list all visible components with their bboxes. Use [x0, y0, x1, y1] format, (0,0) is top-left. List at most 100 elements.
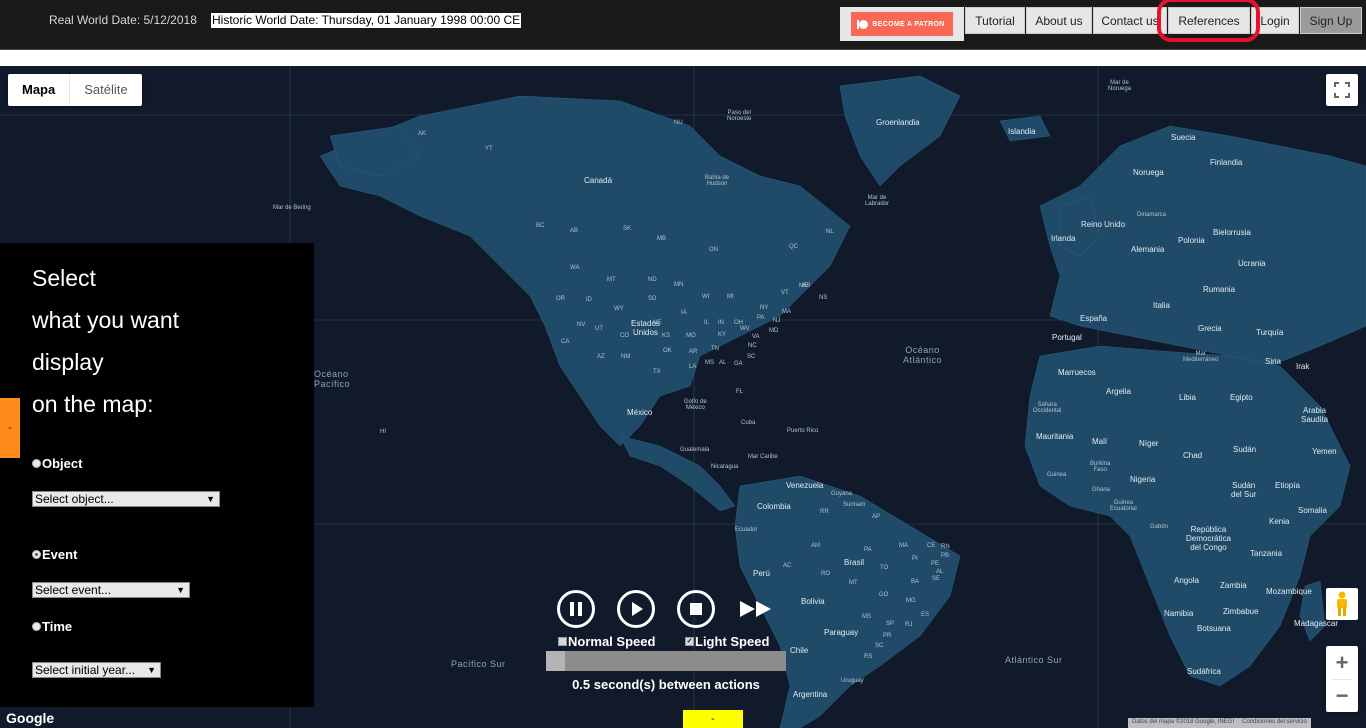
map-type-map-button[interactable]: Mapa: [8, 74, 69, 106]
state-label: AZ: [597, 354, 605, 360]
state-label: IA: [681, 310, 687, 316]
speed-slider[interactable]: [546, 651, 786, 671]
state-label: UT: [595, 326, 603, 332]
attribution-data: Datos del mapa ©2018 Google, INEGI: [1132, 719, 1235, 725]
light-speed-checkbox[interactable]: ✓: [685, 637, 694, 646]
object-select[interactable]: Select object... ▼: [32, 491, 220, 507]
tutorial-button[interactable]: Tutorial: [965, 7, 1025, 34]
sea-hudson: Bahía de Hudson: [705, 175, 730, 187]
state-label: NC: [748, 343, 757, 349]
country-arabia: Arabia Saudita: [1301, 406, 1329, 424]
zoom-in-button[interactable]: +: [1326, 646, 1358, 679]
state-label: SP: [886, 621, 895, 627]
pause-button[interactable]: [557, 590, 595, 628]
panel-collapse-tab[interactable]: -: [0, 398, 20, 458]
time-radio-option[interactable]: Time: [32, 619, 72, 634]
time-label: Time: [42, 619, 73, 634]
state-label: TX: [653, 369, 661, 375]
country-ecuador: Ecuador: [735, 527, 758, 533]
country-guinea: Guinea: [1047, 472, 1067, 478]
state-label: IN: [718, 320, 724, 326]
state-label: AL: [719, 360, 727, 366]
state-label: MO: [686, 333, 696, 339]
top-bar: Real World Date: 5/12/2018 Historic Worl…: [0, 0, 1366, 50]
fast-forward-icon[interactable]: [739, 600, 773, 618]
normal-speed-checkbox[interactable]: [558, 637, 567, 646]
pause-icon: [570, 602, 582, 616]
country-canada: Canadá: [584, 176, 613, 185]
attribution-terms-link[interactable]: Condiciones del servicio: [1242, 719, 1307, 727]
fullscreen-button[interactable]: [1326, 74, 1358, 106]
state-label: RJ: [905, 622, 913, 628]
country-argentina: Argentina: [793, 690, 828, 699]
event-radio-option[interactable]: Event: [32, 547, 77, 562]
country-burkina: Burkina Faso: [1090, 461, 1111, 473]
dropdown-arrow-icon: ▼: [206, 494, 215, 504]
event-label: Event: [42, 547, 78, 562]
country-ghana: Ghana: [1092, 487, 1111, 493]
state-label: TN: [711, 346, 719, 352]
light-speed-option[interactable]: ✓ Light Speed: [685, 634, 769, 649]
sea-noruega: Mar de Noruega: [1108, 80, 1132, 92]
state-label: AM: [811, 543, 820, 549]
map-type-satellite-button[interactable]: Satélite: [69, 74, 141, 106]
country-libia: Libia: [1179, 393, 1196, 402]
country-puerto-rico: Puerto Rico: [787, 428, 819, 434]
become-patron-button[interactable]: BECOME A PATRON: [851, 12, 953, 36]
country-siria: Siria: [1265, 357, 1282, 366]
country-bolivia: Bolivia: [801, 597, 825, 606]
object-radio-option[interactable]: Object: [32, 456, 82, 471]
about-us-button[interactable]: About us: [1026, 7, 1092, 34]
country-mozambique: Mozambique: [1266, 587, 1312, 596]
state-label: MN: [674, 282, 684, 288]
sea-labrador: Mar de Labrador: [865, 195, 890, 207]
stop-icon: [690, 603, 702, 615]
contact-us-button[interactable]: Contact us: [1093, 7, 1167, 34]
display-options-panel: Select what you want display on the map:…: [0, 243, 314, 707]
state-label: NE: [653, 320, 662, 326]
state-label: RN: [941, 544, 950, 550]
event-select[interactable]: Select event... ▼: [32, 582, 190, 598]
country-sudan-sur: Sudán del Sur: [1231, 481, 1257, 499]
state-label: SK: [623, 226, 632, 232]
state-label: NJ: [773, 318, 781, 324]
zoom-out-button[interactable]: −: [1326, 679, 1358, 712]
country-surinam: Surinam: [843, 502, 866, 508]
state-label: OK: [663, 348, 672, 354]
state-label: NV: [577, 322, 586, 328]
play-button[interactable]: [617, 590, 655, 628]
country-argelia: Argelia: [1106, 387, 1131, 396]
patreon-logo-icon: [857, 19, 869, 29]
state-label: BC: [536, 223, 545, 229]
state-label: GA: [734, 361, 743, 367]
country-niger: Níger: [1139, 439, 1159, 448]
country-irlanda: Irlanda: [1051, 234, 1076, 243]
country-brasil: Brasil: [844, 558, 865, 567]
country-rumania: Rumania: [1203, 285, 1236, 294]
time-select[interactable]: Select initial year... ▼: [32, 662, 161, 678]
country-guatemala: Guatemala: [680, 447, 710, 453]
state-label: NS: [819, 295, 828, 301]
state-label: MD: [769, 328, 779, 334]
event-radio[interactable]: [32, 550, 41, 559]
country-nicaragua: Nicaragua: [711, 464, 739, 470]
country-guinea-ecuatorial: Guinea Ecuatorial: [1110, 500, 1137, 512]
google-logo: Google: [6, 710, 55, 726]
country-portugal: Portugal: [1052, 333, 1082, 342]
object-radio[interactable]: [32, 459, 41, 468]
stop-button[interactable]: [677, 590, 715, 628]
speed-slider-handle[interactable]: [546, 651, 566, 671]
state-label: SE: [932, 576, 941, 582]
normal-speed-option[interactable]: Normal Speed: [558, 634, 655, 649]
dropdown-arrow-icon: ▼: [147, 665, 156, 675]
time-radio[interactable]: [32, 622, 41, 631]
state-label: VA: [752, 334, 760, 340]
bottom-collapse-tab[interactable]: -: [683, 710, 743, 728]
sea-noroeste: Paso del Noroeste: [727, 110, 752, 122]
street-view-pegman-button[interactable]: [1326, 588, 1358, 620]
country-somalia: Somalia: [1298, 506, 1327, 515]
country-nigeria: Nigeria: [1130, 475, 1156, 484]
signup-button[interactable]: Sign Up: [1300, 7, 1362, 34]
state-label: PB: [941, 553, 950, 559]
state-label: NU: [674, 120, 683, 126]
